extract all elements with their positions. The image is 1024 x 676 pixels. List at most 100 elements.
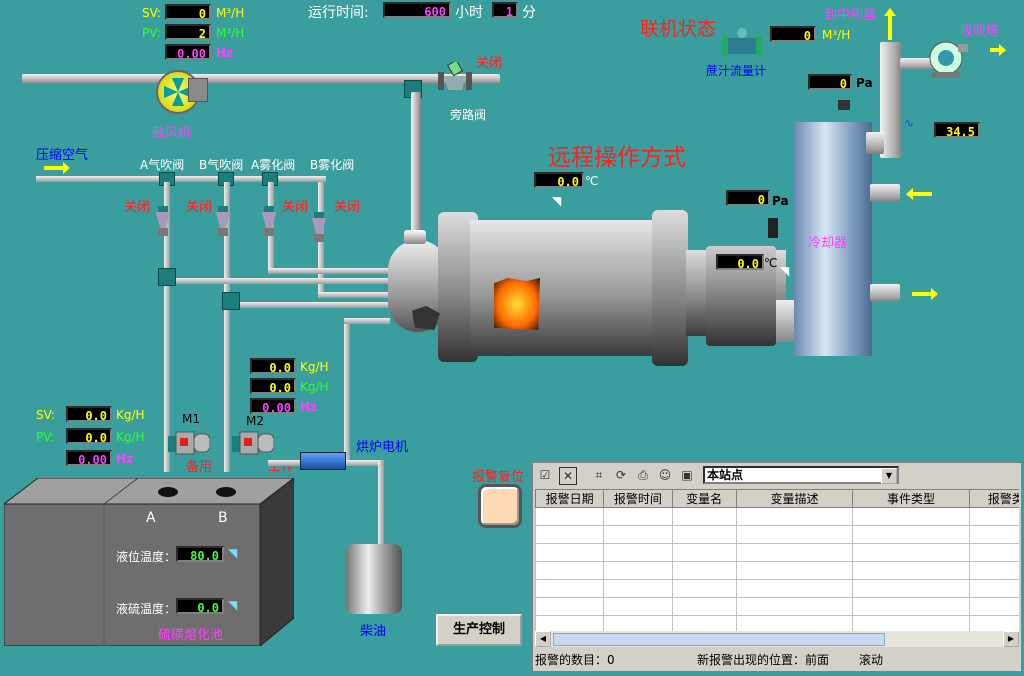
- tank-name: 硫磺熔化池: [158, 628, 224, 643]
- temp-sensor-icon: ∿: [904, 116, 915, 130]
- station-select-value: 本站点: [707, 468, 744, 482]
- print-icon[interactable]: ⎙: [635, 467, 651, 483]
- fan-sv-value[interactable]: 0: [165, 4, 211, 21]
- alarm-reset-label: 报警复位: [472, 470, 525, 485]
- station-select[interactable]: 本站点 ▼: [703, 466, 899, 484]
- alarm-scroll-mode[interactable]: 滚动: [859, 651, 883, 669]
- b-line-to-furnace: [224, 302, 390, 308]
- furnace-flange-right: [652, 210, 688, 366]
- cooler-pressure-value: 0: [726, 190, 770, 207]
- cooler-temp-value: 0.0: [716, 254, 764, 271]
- pump1-pv-label: PV:: [36, 430, 55, 444]
- pump1-sv-value[interactable]: 0.0: [66, 406, 112, 423]
- valve-a-blow-icon[interactable]: [152, 206, 174, 236]
- fan-pv-label: PV:: [142, 26, 161, 40]
- cooler-nozzle-1: [870, 184, 900, 202]
- furnace-flame-window: [494, 278, 540, 330]
- right-temp-value: 34.5: [934, 122, 980, 139]
- flowmeter-unit: M³/H: [822, 28, 851, 42]
- alarm-col-event[interactable]: 事件类型: [852, 489, 970, 508]
- horizontal-scrollbar[interactable]: ◀ ▶: [535, 631, 1019, 647]
- alarm-reset-button[interactable]: [478, 484, 522, 528]
- alarm-status-bar: 报警的数目：0 新报警出现的位置：前面 滚动: [533, 651, 1019, 669]
- valve-a-blow-name: A气吹阀: [140, 158, 185, 172]
- fan-hz-unit: Hz: [216, 46, 234, 60]
- furnace-temp-sensor-icon: ◥: [552, 194, 562, 208]
- production-control-button[interactable]: 生产控制: [436, 614, 522, 646]
- valve-b-atomize-icon[interactable]: [308, 212, 330, 242]
- up-arrow-head-icon: [884, 8, 896, 16]
- absorber-label: 吸收塔: [960, 24, 1000, 39]
- furnace-temp-value: 0.0: [534, 172, 584, 189]
- users-icon[interactable]: ☺: [657, 467, 673, 483]
- checkbox-icon[interactable]: ☑: [537, 467, 553, 483]
- tank-b-label: B: [218, 510, 228, 526]
- pump2-name: M2: [246, 414, 264, 428]
- filter-icon[interactable]: ⌗: [591, 467, 607, 483]
- fan-hz-value: 0.00: [165, 44, 211, 61]
- cooler-outlet-arrow-icon: [912, 288, 938, 300]
- fan-pv-value: 2: [165, 24, 211, 41]
- pump-flow-hz: 0.00: [250, 398, 296, 415]
- valve-a-atomize-icon[interactable]: [258, 206, 280, 236]
- monitor-icon[interactable]: ▣: [679, 467, 695, 483]
- compressed-air-arrow-icon: [44, 162, 70, 174]
- runtime-hours-unit: 小时: [455, 5, 483, 21]
- sulfur-temp-label: 液硫温度：: [116, 602, 177, 616]
- pump1-sv-unit: Kg/H: [116, 408, 145, 422]
- scroll-thumb[interactable]: [553, 633, 885, 646]
- absorber-pump-icon[interactable]: [928, 40, 968, 78]
- alarm-table-wrap: 报警日期 报警时间 变量名 变量描述 事件类型 报警类型: [535, 489, 1019, 631]
- fan-sv-label: SV:: [142, 6, 161, 20]
- cooler-pressure-sensor-icon: [768, 218, 778, 238]
- fan-pv-unit: M³/H: [216, 26, 245, 40]
- pressure-sensor-icon: [838, 100, 850, 110]
- pump-flow-unit-2: Kg/H: [300, 380, 329, 394]
- scroll-left-icon[interactable]: ◀: [535, 631, 551, 647]
- furnace-motor-icon[interactable]: [300, 452, 346, 470]
- alarm-col-type[interactable]: 报警类型: [968, 489, 1019, 508]
- table-row: [535, 615, 1019, 631]
- mode-title: 远程操作方式: [548, 145, 686, 171]
- table-row: [535, 597, 1019, 616]
- to-neutralizer-label: 到中和器: [824, 8, 877, 23]
- pump1-pv-unit: Kg/H: [116, 430, 145, 444]
- valve-a-blow-status: 关闭: [124, 200, 151, 215]
- table-row: [535, 543, 1019, 562]
- compressed-air-label: 压缩空气: [36, 148, 89, 163]
- valve-b-atomize-status: 关闭: [334, 200, 361, 215]
- pump-flow-unit-1: Kg/H: [300, 360, 329, 374]
- bypass-valve-icon[interactable]: [438, 59, 472, 96]
- alarm-col-date[interactable]: 报警日期: [535, 489, 605, 508]
- bypass-valve-status: 关闭: [476, 56, 503, 71]
- cooler-nozzle-2: [870, 284, 900, 302]
- close-box-icon[interactable]: ✕: [559, 467, 577, 485]
- cooler-top-nozzle: [866, 132, 884, 154]
- pump-flow-hz-unit: Hz: [300, 400, 318, 414]
- runtime-label: 运行时间:: [308, 5, 369, 21]
- valve-b-blow-name: B气吹阀: [199, 158, 244, 172]
- chevron-down-icon[interactable]: ▼: [881, 468, 897, 484]
- level-temp-value: 80.0: [176, 546, 224, 563]
- pump1-name: M1: [182, 412, 200, 426]
- b-atomize-to-furnace: [318, 292, 390, 298]
- alarm-col-varname[interactable]: 变量名: [671, 489, 737, 508]
- pump2-motor-icon[interactable]: [232, 428, 275, 458]
- online-status-label: 联机状态: [640, 18, 717, 40]
- alarm-col-desc[interactable]: 变量描述: [735, 489, 854, 508]
- fan-name: 鼓风机: [152, 126, 192, 141]
- pump1-state: 备用: [186, 460, 213, 475]
- valve-b-blow-icon[interactable]: [212, 206, 234, 236]
- alarm-col-time[interactable]: 报警时间: [603, 489, 673, 508]
- table-row: [535, 561, 1019, 580]
- up-arrow-icon: [888, 14, 892, 40]
- flowmeter-value: 0: [770, 26, 816, 43]
- refresh-icon[interactable]: ⟳: [613, 467, 629, 483]
- scroll-right-icon[interactable]: ▶: [1003, 631, 1019, 647]
- pump1-motor-icon[interactable]: [168, 428, 211, 458]
- alarm-table: 报警日期 报警时间 变量名 变量描述 事件类型 报警类型: [535, 489, 1019, 631]
- a-line-to-furnace: [164, 278, 390, 284]
- pump1-hz-value: 0.00: [66, 450, 112, 467]
- pressure-top-value: 0: [808, 74, 852, 91]
- absorber-arrow-icon: [990, 44, 1006, 56]
